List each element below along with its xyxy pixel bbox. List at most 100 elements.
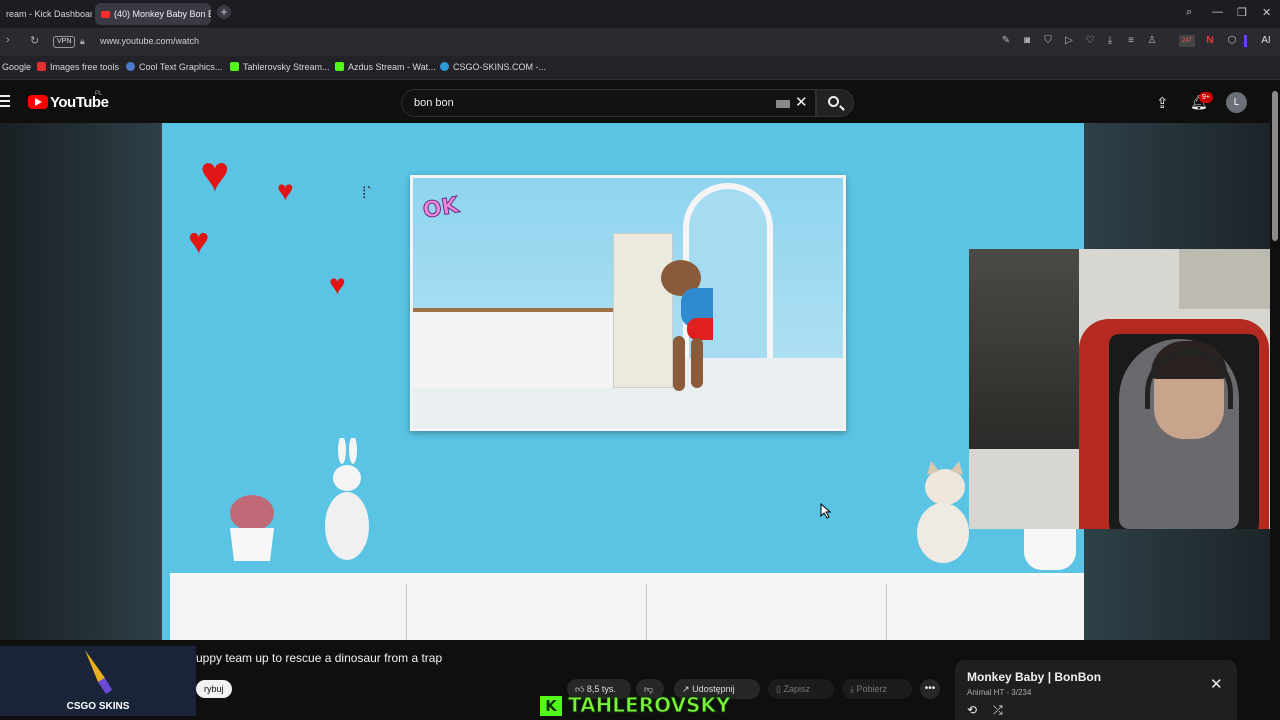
kick-icon [335, 62, 344, 71]
browser-tab-strip: ream - Kick Dashboard (40) Monkey Baby B… [0, 0, 1280, 28]
bookmark-azdus-stream[interactable]: Azdus Stream - Wat... [335, 62, 436, 72]
search-button[interactable] [816, 89, 854, 117]
picture-frame: OK [410, 175, 846, 431]
url-field[interactable]: www.youtube.com/watch [100, 36, 199, 46]
address-bar-row: › ↻ VPN 🔒︎ www.youtube.com/watch ✎ ◙ ⛉ ▷… [0, 28, 1280, 56]
bookmark-label: Tahlerovsky Stream... [243, 62, 330, 72]
clear-search-icon[interactable]: ✕ [795, 93, 808, 111]
bookmark-images-free-tools[interactable]: Images free tools [37, 62, 119, 72]
playlist-panel[interactable]: Monkey Baby | BonBon Animal HT - 3/234 ✕… [955, 660, 1237, 720]
extension-bar-icon [1244, 35, 1247, 47]
tab-youtube[interactable]: (40) Monkey Baby Bon Bo [95, 3, 211, 25]
monkey-figure [661, 260, 713, 391]
shield-icon[interactable]: ⛉ [1042, 35, 1054, 47]
bookmark-label: Azdus Stream - Wat... [348, 62, 436, 72]
white-vase [1024, 528, 1076, 570]
restore-icon[interactable]: ❐ [1237, 6, 1247, 19]
youtube-logo-icon[interactable] [28, 95, 48, 109]
extension-cube-icon[interactable]: ⬡ [1226, 35, 1238, 47]
hanging-coat [969, 249, 1079, 449]
play-icon[interactable]: ▷ [1063, 35, 1075, 47]
ambient-left [0, 123, 162, 640]
bookmark-label: Images free tools [50, 62, 120, 72]
tab-label: (40) Monkey Baby Bon Bo [114, 9, 211, 19]
video-title: uppy team up to rescue a dinosaur from a… [196, 651, 443, 665]
bookmark-label: Cool Text Graphics... [139, 62, 223, 72]
notification-badge: 9+ [1199, 92, 1213, 103]
heart-sticker-icon: ♥ [200, 146, 230, 202]
camera-icon[interactable]: ◙ [1021, 35, 1033, 47]
youtube-favicon-icon [101, 11, 110, 18]
knife-logo-icon [85, 650, 112, 694]
profile-icon[interactable]: ♙ [1146, 35, 1158, 47]
bookmark-icon: ▯ [776, 684, 781, 694]
bookmarks-bar: Google Images free tools Cool Text Graph… [0, 56, 1280, 80]
kitchen-counter [413, 308, 613, 388]
sponsor-banner: CSGO SKINS [0, 646, 196, 716]
streamer-webcam [969, 249, 1280, 529]
heart-icon[interactable]: ♡ [1084, 35, 1096, 47]
tab-kick-dashboard[interactable]: ream - Kick Dashboard [0, 3, 92, 25]
bookmark-icon [440, 62, 449, 71]
minimize-icon[interactable]: — [1212, 6, 1223, 18]
bookmark-icon [37, 62, 46, 71]
white-shelf [170, 573, 1084, 640]
cat-figurine [917, 461, 969, 563]
search-tabs-icon[interactable]: ⌕ [1186, 6, 1192, 19]
forward-icon[interactable]: › [6, 34, 10, 46]
keyboard-icon[interactable] [776, 100, 790, 108]
heart-sticker-icon: ♥ [188, 220, 210, 261]
close-icon[interactable]: ✕ [1210, 675, 1223, 693]
new-tab-button[interactable]: + [217, 5, 231, 19]
bookmark-csgo-skins[interactable]: CSGO-SKINS.COM -... [440, 62, 546, 72]
region-code: PL [95, 91, 103, 97]
close-window-icon[interactable]: ✕ [1262, 6, 1271, 19]
save-button[interactable]: ▯ Zapisz [768, 679, 834, 699]
edit-icon[interactable]: ✎ [1000, 35, 1012, 47]
heart-sticker-icon: ♥ [277, 175, 294, 206]
lock-icon[interactable]: 🔒︎ [80, 36, 85, 47]
bookmark-label: CSGO-SKINS.COM -... [453, 62, 547, 72]
upload-icon[interactable]: ⇪ [1156, 94, 1169, 112]
subscribe-button[interactable]: rybuj [196, 680, 232, 698]
loop-icon[interactable]: ⟲ [967, 703, 977, 717]
search-box[interactable]: bon bon ✕ [401, 89, 816, 117]
hamburger-menu-icon[interactable] [0, 95, 10, 110]
bookmark-label: Google [2, 62, 32, 72]
wall-decor [1179, 249, 1280, 309]
download-icon: ⤓ [850, 684, 854, 694]
cactus-pot [230, 495, 274, 561]
video-player[interactable]: ♥ ♥ ♥ ♥ ⁞ˋ OK [162, 123, 1084, 640]
bookmark-icon [126, 62, 135, 71]
save-label: Zapisz [783, 684, 810, 694]
rabbit-figurine [325, 438, 369, 560]
download-button[interactable]: ⤓ Pobierz [842, 679, 912, 699]
search-input[interactable]: bon bon [414, 97, 454, 109]
avatar[interactable]: L [1226, 92, 1247, 113]
search-icon [828, 96, 839, 107]
sponsor-label: CSGO SKINS [66, 701, 130, 712]
extension-n-icon[interactable]: N [1204, 35, 1216, 47]
ai-button[interactable]: AI [1256, 35, 1276, 47]
streamer-name: TAHLEROVSKY [567, 693, 731, 718]
bookmark-cool-text[interactable]: Cool Text Graphics... [126, 62, 222, 72]
shuffle-icon[interactable]: ⤮ [993, 703, 1003, 718]
scrollbar-thumb[interactable] [1272, 91, 1278, 241]
playlist-title[interactable]: Monkey Baby | BonBon [967, 670, 1101, 684]
bookmark-google[interactable]: Google [2, 62, 31, 72]
sparkle-icon: ⁞ˋ [362, 185, 372, 202]
tab-label: ream - Kick Dashboard [6, 9, 92, 19]
kick-icon [230, 62, 239, 71]
menu-lines-icon[interactable]: ≡ [1125, 35, 1137, 47]
youtube-header: YouTube PL bon bon ✕ ⇪ 🔔︎ 9+ L [0, 81, 1270, 123]
playlist-subtitle: Animal HT - 3/234 [967, 688, 1032, 697]
download-icon[interactable]: ⤓ [1104, 35, 1116, 47]
streamer-brand-overlay: K TAHLEROVSKY [540, 693, 731, 718]
page-scrollbar[interactable] [1270, 81, 1280, 720]
extension-247-badge[interactable]: 247 [1179, 35, 1195, 47]
reload-icon[interactable]: ↻ [30, 34, 39, 47]
bookmark-tahlerovsky-stream[interactable]: Tahlerovsky Stream... [230, 62, 330, 72]
vpn-badge[interactable]: VPN [53, 36, 76, 48]
download-label: Pobierz [856, 684, 888, 694]
more-actions-button[interactable]: ••• [920, 679, 940, 699]
